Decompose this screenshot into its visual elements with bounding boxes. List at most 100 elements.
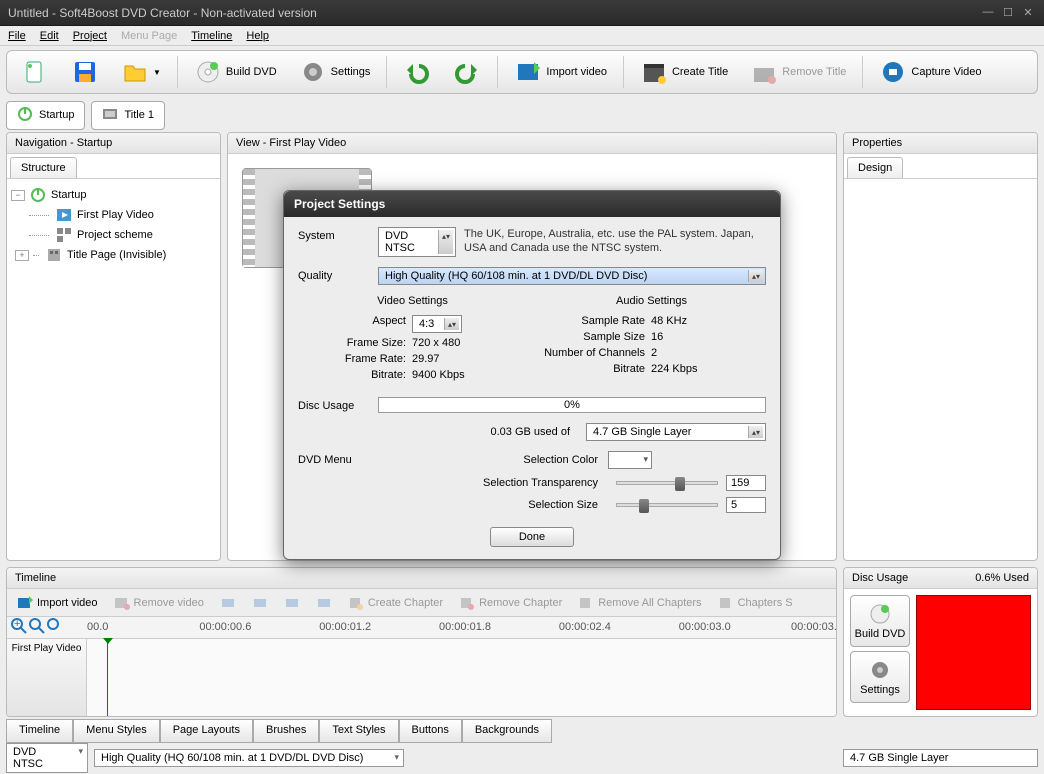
menu-timeline[interactable]: Timeline bbox=[191, 30, 232, 42]
power-icon bbox=[17, 106, 33, 125]
title-tabs: Startup Title 1 bbox=[6, 100, 1038, 130]
document-icon bbox=[21, 58, 49, 86]
scheme-icon bbox=[55, 227, 73, 243]
undo-icon bbox=[403, 58, 431, 86]
maximize-button[interactable]: ☐ bbox=[1000, 6, 1016, 20]
btab-brushes[interactable]: Brushes bbox=[253, 719, 319, 743]
audio-settings-header: Audio Settings bbox=[537, 295, 766, 307]
du-build-button[interactable]: Build DVD bbox=[850, 595, 910, 647]
done-button[interactable]: Done bbox=[490, 527, 574, 547]
transparency-value[interactable]: 159 bbox=[726, 475, 766, 491]
import-video-button[interactable]: Import video bbox=[506, 54, 615, 90]
tree-node-startup[interactable]: − Startup bbox=[11, 185, 216, 205]
separator bbox=[497, 56, 498, 88]
tree-titlepage-label: Title Page (Invisible) bbox=[67, 249, 166, 261]
btab-timeline[interactable]: Timeline bbox=[6, 719, 73, 743]
status-quality-combo[interactable]: High Quality (HQ 60/108 min. at 1 DVD/DL… bbox=[94, 749, 404, 767]
structure-tree: − Startup First Play Video Project scheme… bbox=[7, 179, 220, 271]
clapper-remove-icon bbox=[750, 58, 778, 86]
tree-firstplay-label: First Play Video bbox=[77, 209, 154, 221]
tree-root-label: Startup bbox=[51, 189, 86, 201]
video-bitrate-value: 9400 Kbps bbox=[412, 369, 465, 381]
track-body[interactable] bbox=[87, 639, 836, 716]
disc-usage-progress: 0% bbox=[378, 397, 766, 413]
btab-backgrounds[interactable]: Backgrounds bbox=[462, 719, 552, 743]
page-icon bbox=[45, 247, 63, 263]
close-button[interactable]: ✕ bbox=[1020, 6, 1036, 20]
dialog-title: Project Settings bbox=[284, 191, 780, 217]
transparency-slider[interactable] bbox=[616, 481, 718, 485]
tree-node-scheme[interactable]: Project scheme bbox=[11, 225, 216, 245]
status-layer: 4.7 GB Single Layer bbox=[843, 749, 1038, 767]
tree-scheme-label: Project scheme bbox=[77, 229, 153, 241]
size-slider[interactable] bbox=[616, 503, 718, 507]
film-icon bbox=[102, 106, 118, 125]
tl-create-chapter-button: Create Chapter bbox=[342, 593, 449, 613]
redo-button[interactable] bbox=[445, 54, 489, 90]
btab-textstyles[interactable]: Text Styles bbox=[319, 719, 398, 743]
disc-icon bbox=[194, 58, 222, 86]
tab-startup[interactable]: Startup bbox=[6, 101, 85, 130]
status-bar: DVD NTSC High Quality (HQ 60/108 min. at… bbox=[6, 746, 1038, 770]
save-button[interactable] bbox=[63, 54, 107, 90]
selection-color-picker[interactable] bbox=[608, 451, 652, 469]
menu-edit[interactable]: Edit bbox=[40, 30, 59, 42]
tl-remove-all-button: Remove All Chapters bbox=[572, 593, 707, 613]
tree-node-titlepage[interactable]: + Title Page (Invisible) bbox=[11, 245, 216, 265]
camera-icon bbox=[879, 58, 907, 86]
menubar: File Edit Project Menu Page Timeline Hel… bbox=[0, 26, 1044, 46]
expand-icon[interactable]: + bbox=[15, 250, 29, 261]
disc-usage-panel: Disc Usage0.6% Used Build DVD Settings bbox=[843, 567, 1038, 717]
settings-button[interactable]: Settings bbox=[291, 54, 379, 90]
audio-bitrate-value: 224 Kbps bbox=[651, 363, 697, 375]
import-video-label: Import video bbox=[546, 66, 607, 78]
zoom-in-icon[interactable]: + bbox=[11, 618, 27, 637]
build-dvd-button[interactable]: Build DVD bbox=[186, 54, 285, 90]
tl-remove-chapter-button: Remove Chapter bbox=[453, 593, 568, 613]
sample-size-value: 16 bbox=[651, 331, 663, 343]
design-tab[interactable]: Design bbox=[847, 157, 903, 178]
tree-node-firstplay[interactable]: First Play Video bbox=[11, 205, 216, 225]
du-settings-button[interactable]: Settings bbox=[850, 651, 910, 703]
view-header: View - First Play Video bbox=[228, 133, 836, 154]
new-button[interactable] bbox=[13, 54, 57, 90]
navigation-header: Navigation - Startup bbox=[7, 133, 220, 154]
status-system-combo[interactable]: DVD NTSC bbox=[6, 743, 88, 773]
aspect-combo[interactable]: 4:3▴▾ bbox=[412, 315, 462, 333]
structure-tab[interactable]: Structure bbox=[10, 157, 77, 178]
frame-rate-value: 29.97 bbox=[412, 353, 440, 365]
timeline-panel: Timeline Import video Remove video Creat… bbox=[6, 567, 837, 717]
menu-file[interactable]: File bbox=[8, 30, 26, 42]
redo-icon bbox=[453, 58, 481, 86]
timeline-toolbar: Import video Remove video Create Chapter… bbox=[7, 589, 836, 617]
btab-buttons[interactable]: Buttons bbox=[399, 719, 462, 743]
video-settings-header: Video Settings bbox=[298, 295, 527, 307]
titlebar: Untitled - Soft4Boost DVD Creator - Non-… bbox=[0, 0, 1044, 26]
btab-menustyles[interactable]: Menu Styles bbox=[73, 719, 160, 743]
minimize-button[interactable]: — bbox=[980, 6, 996, 20]
collapse-icon[interactable]: − bbox=[11, 190, 25, 201]
quality-combo[interactable]: High Quality (HQ 60/108 min. at 1 DVD/DL… bbox=[378, 267, 766, 285]
project-settings-dialog: Project Settings System DVD NTSC▴▾ The U… bbox=[283, 190, 781, 560]
zoom-out-icon[interactable] bbox=[29, 618, 45, 637]
size-value[interactable]: 5 bbox=[726, 497, 766, 513]
menu-help[interactable]: Help bbox=[246, 30, 269, 42]
system-combo[interactable]: DVD NTSC▴▾ bbox=[378, 227, 456, 257]
dropdown-arrow-icon: ▼ bbox=[153, 68, 161, 77]
tab-title1[interactable]: Title 1 bbox=[91, 101, 165, 130]
properties-header: Properties bbox=[844, 133, 1037, 154]
zoom-fit-icon[interactable] bbox=[47, 618, 63, 637]
disc-usage-header: Disc Usage bbox=[852, 572, 908, 584]
capture-video-label: Capture Video bbox=[911, 66, 981, 78]
undo-button[interactable] bbox=[395, 54, 439, 90]
menu-project[interactable]: Project bbox=[73, 30, 107, 42]
capture-video-button[interactable]: Capture Video bbox=[871, 54, 989, 90]
timeline-header: Timeline bbox=[7, 568, 836, 589]
tl-import-button[interactable]: Import video bbox=[11, 593, 104, 613]
playhead[interactable] bbox=[107, 639, 108, 716]
btab-pagelayouts[interactable]: Page Layouts bbox=[160, 719, 253, 743]
open-button[interactable]: ▼ bbox=[113, 54, 169, 90]
layer-combo[interactable]: 4.7 GB Single Layer▴▾ bbox=[586, 423, 766, 441]
create-title-button[interactable]: Create Title bbox=[632, 54, 736, 90]
separator bbox=[177, 56, 178, 88]
